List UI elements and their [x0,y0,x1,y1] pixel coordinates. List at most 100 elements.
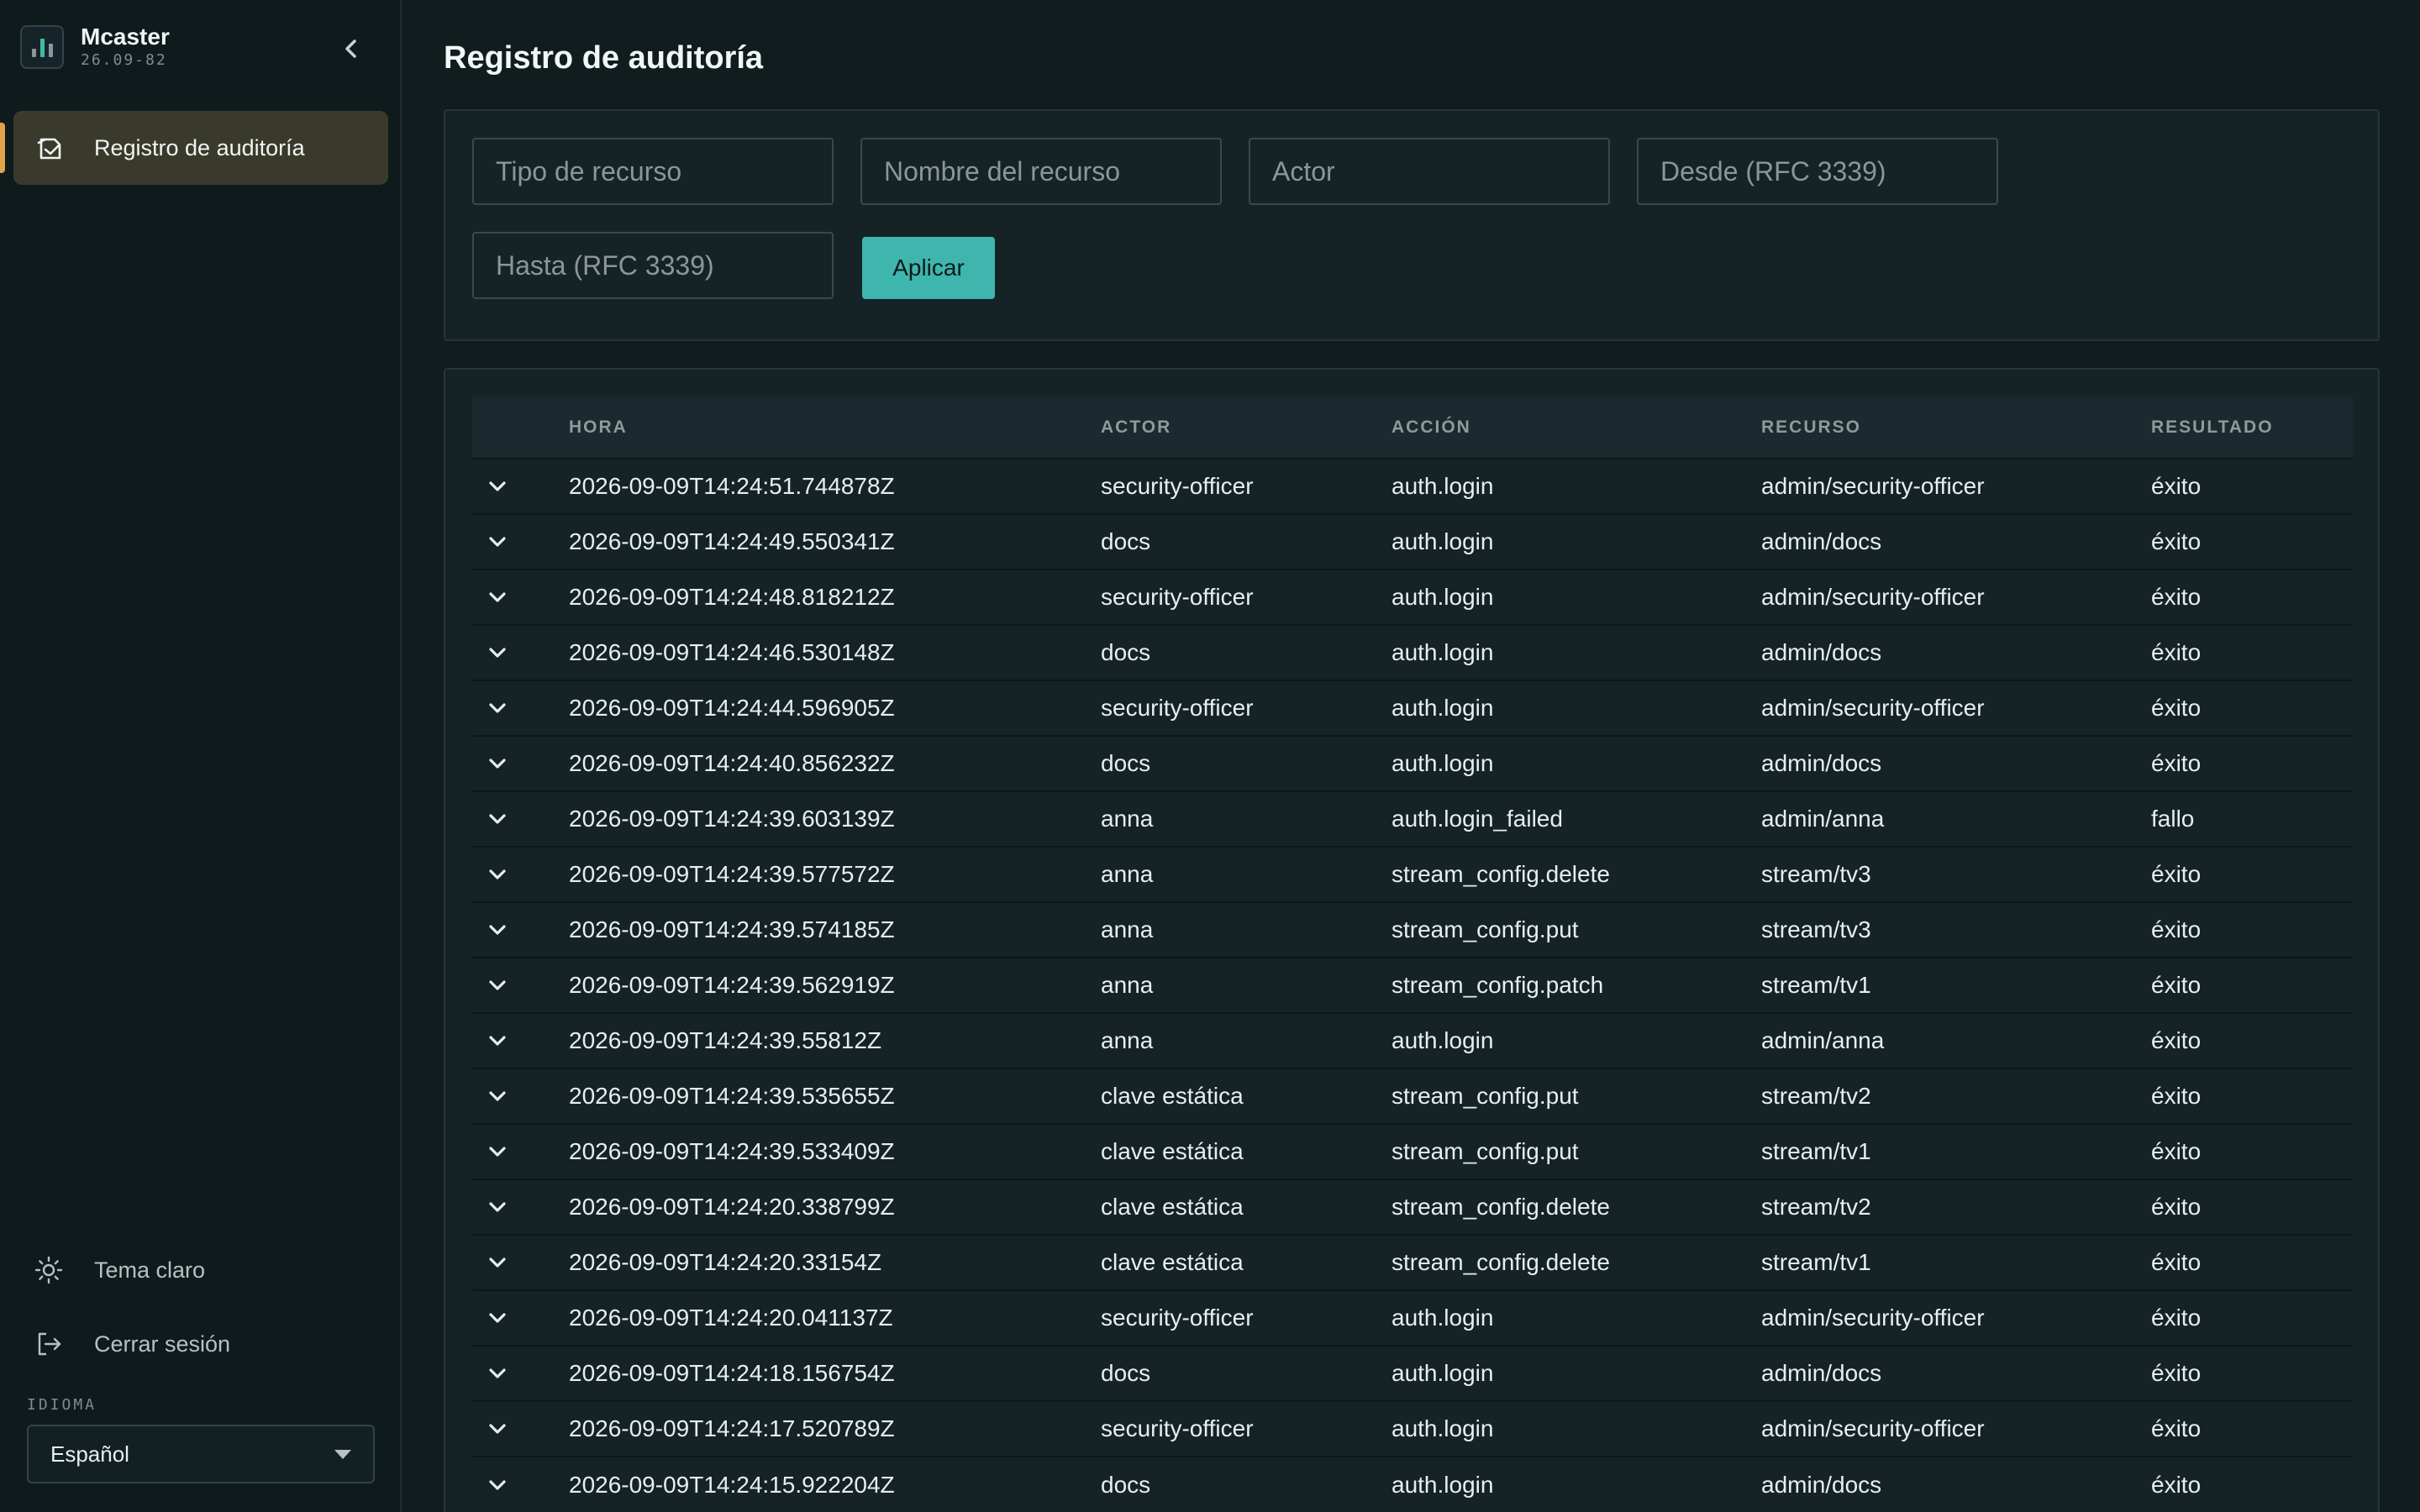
table-row[interactable]: 2026-09-09T14:24:40.856232Z docs auth.logi… [472,736,2353,791]
actor-input[interactable] [1249,138,1610,205]
table-row[interactable]: 2026-09-09T14:24:44.596905Z security-offi… [472,680,2353,736]
column-header-resource[interactable]: RECURSO [1761,396,2151,459]
expand-cell [472,459,569,514]
expand-row-button[interactable] [472,636,523,669]
cell-actor: anna [1101,1027,1154,1053]
logout-button[interactable]: Cerrar sesión [34,1320,230,1368]
theme-toggle-button[interactable]: Tema claro [34,1247,205,1294]
expand-row-button[interactable] [472,580,523,614]
table-row[interactable]: 2026-09-09T14:24:48.818212Z security-offi… [472,570,2353,625]
cell-time: 2026-09-09T14:24:44.596905Z [569,695,895,721]
cell-resource: stream/tv1 [1761,972,1871,998]
table-row[interactable]: 2026-09-09T14:24:39.562919Z anna stream_co… [472,958,2353,1013]
resource-type-input[interactable] [472,138,834,205]
table-row[interactable]: 2026-09-09T14:24:20.338799Z clave estátic… [472,1179,2353,1235]
table-row[interactable]: 2026-09-09T14:24:15.922204Z docs auth.logi… [472,1457,2353,1512]
table-row[interactable]: 2026-09-09T14:24:39.533409Z clave estátic… [472,1124,2353,1179]
from-date-input[interactable] [1637,138,1998,205]
cell-result: éxito [2151,1083,2202,1109]
sidebar: Mcaster 26.09-82 Registro de auditoría T… [0,0,402,1512]
expand-cell [472,1290,569,1346]
column-header-actor[interactable]: ACTOR [1101,396,1392,459]
table-row[interactable]: 2026-09-09T14:24:39.577572Z anna stream_co… [472,847,2353,902]
expand-row-button[interactable] [472,1024,523,1058]
table-row[interactable]: 2026-09-09T14:24:46.530148Z docs auth.logi… [472,625,2353,680]
expand-row-button[interactable] [472,1135,523,1168]
expand-cell [472,1401,569,1457]
expand-row-button[interactable] [472,913,523,947]
expand-cell [472,1124,569,1179]
cell-result: éxito [2151,639,2202,665]
cell-resource: stream/tv1 [1761,1249,1871,1275]
table-row[interactable]: 2026-09-09T14:24:39.574185Z anna stream_co… [472,902,2353,958]
table-row[interactable]: 2026-09-09T14:24:39.603139Z anna auth.logi… [472,791,2353,847]
expand-column-header [472,396,569,459]
cell-resource: admin/security-officer [1761,1305,1985,1331]
cell-action: auth.login [1392,1360,1494,1386]
expand-cell [472,1457,569,1512]
to-date-input[interactable] [472,232,834,299]
chevron-down-icon [489,869,506,879]
cell-time: 2026-09-09T14:24:51.744878Z [569,473,895,499]
cell-time: 2026-09-09T14:24:39.574185Z [569,916,895,942]
expand-row-button[interactable] [472,525,523,559]
table-row[interactable]: 2026-09-09T14:24:20.33154Z clave estática… [472,1235,2353,1290]
cell-action: auth.login [1392,1305,1494,1331]
collapse-sidebar-button[interactable] [333,30,370,67]
cell-time: 2026-09-09T14:24:40.856232Z [569,750,895,776]
expand-cell [472,902,569,958]
cell-action: auth.login [1392,639,1494,665]
expand-row-button[interactable] [472,1412,523,1446]
expand-cell [472,791,569,847]
expand-row-button[interactable] [472,858,523,891]
cell-action: stream_config.delete [1392,1194,1610,1220]
expand-row-button[interactable] [472,1246,523,1279]
chevron-down-icon [489,592,506,602]
column-header-action[interactable]: ACCIÓN [1392,396,1761,459]
expand-row-button[interactable] [472,1301,523,1335]
cell-actor: security-officer [1101,584,1254,610]
cell-action: auth.login [1392,528,1494,554]
table-row[interactable]: 2026-09-09T14:24:17.520789Z security-offi… [472,1401,2353,1457]
expand-cell [472,847,569,902]
cell-result: éxito [2151,861,2202,887]
active-indicator [0,123,5,173]
expand-cell [472,1179,569,1235]
table-row[interactable]: 2026-09-09T14:24:39.535655Z clave estátic… [472,1068,2353,1124]
chevron-down-icon [489,1147,506,1157]
cell-time: 2026-09-09T14:24:18.156754Z [569,1360,895,1386]
table-row[interactable]: 2026-09-09T14:24:18.156754Z docs auth.logi… [472,1346,2353,1401]
expand-row-button[interactable] [472,1190,523,1224]
chevron-down-icon [489,481,506,491]
table-row[interactable]: 2026-09-09T14:24:20.041137Z security-offi… [472,1290,2353,1346]
cell-actor: security-officer [1101,473,1254,499]
filter-panel: Aplicar [444,109,2380,341]
cell-resource: stream/tv1 [1761,1138,1871,1164]
cell-resource: stream/tv2 [1761,1083,1871,1109]
expand-row-button[interactable] [472,1468,523,1502]
expand-row-button[interactable] [472,691,523,725]
table-row[interactable]: 2026-09-09T14:24:51.744878Z security-offi… [472,459,2353,514]
table-row[interactable]: 2026-09-09T14:24:49.550341Z docs auth.logi… [472,514,2353,570]
resource-name-input[interactable] [860,138,1222,205]
expand-row-button[interactable] [472,470,523,503]
expand-row-button[interactable] [472,969,523,1002]
expand-cell [472,514,569,570]
cell-time: 2026-09-09T14:24:20.041137Z [569,1305,893,1331]
cell-resource: admin/docs [1761,528,1882,554]
expand-cell [472,736,569,791]
table-row[interactable]: 2026-09-09T14:24:39.55812Z anna auth.login… [472,1013,2353,1068]
chevron-down-icon [489,1036,506,1046]
column-header-result[interactable]: RESULTADO [2151,396,2353,459]
expand-row-button[interactable] [472,802,523,836]
cell-time: 2026-09-09T14:24:39.603139Z [569,806,895,832]
column-header-time[interactable]: HORA [569,396,1101,459]
sidebar-item-audit-log[interactable]: Registro de auditoría [0,111,388,185]
expand-row-button[interactable] [472,747,523,780]
expand-row-button[interactable] [472,1357,523,1390]
language-select[interactable]: Español [27,1425,375,1483]
cell-time: 2026-09-09T14:24:39.535655Z [569,1083,895,1109]
expand-row-button[interactable] [472,1079,523,1113]
apply-button[interactable]: Aplicar [862,237,995,299]
expand-cell [472,1068,569,1124]
